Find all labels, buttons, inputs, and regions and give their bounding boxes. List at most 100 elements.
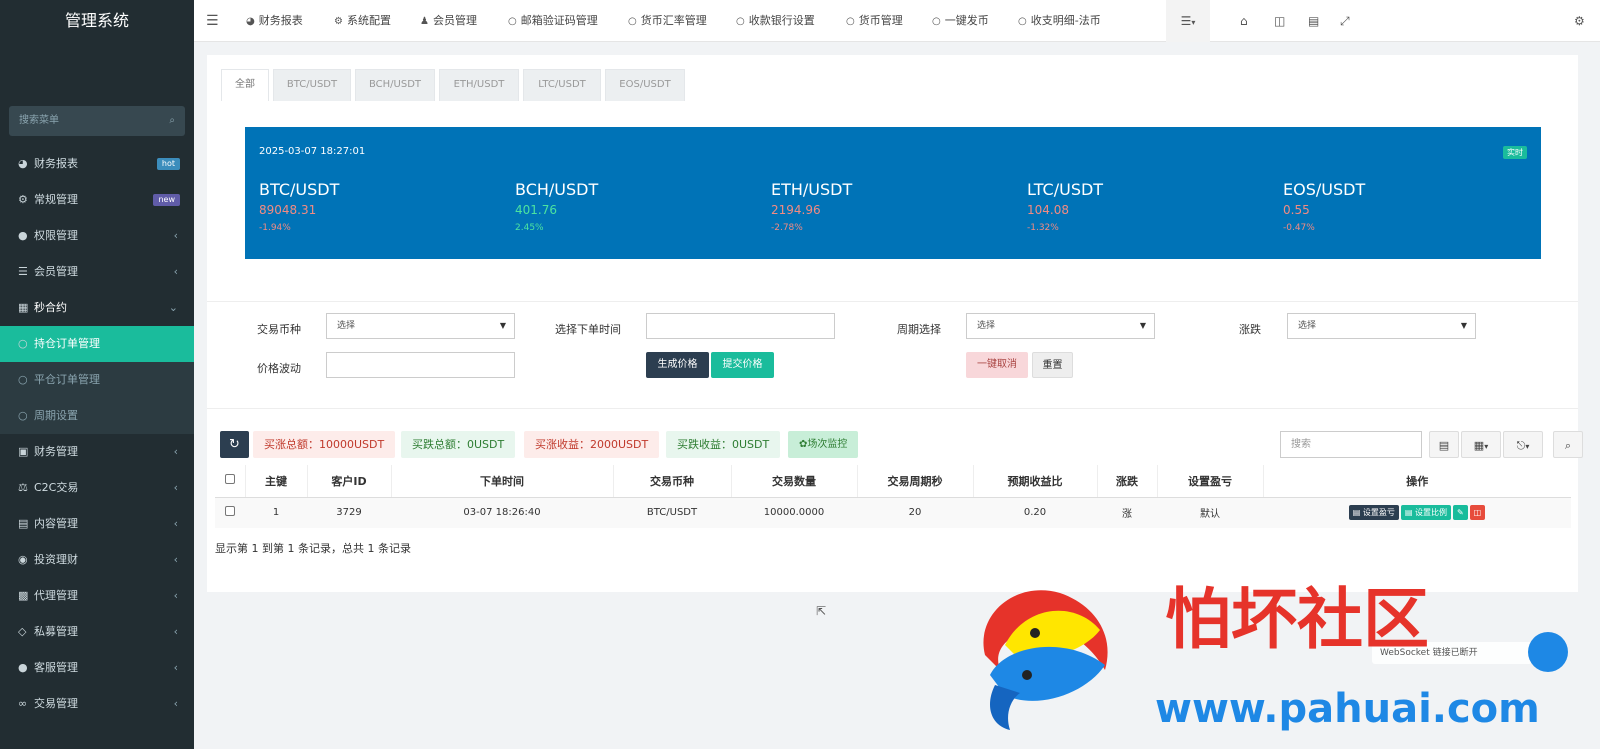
- tab-btc[interactable]: BTC/USDT: [273, 69, 351, 101]
- chat-bubble-icon[interactable]: [1528, 632, 1568, 672]
- col-id[interactable]: 主键: [245, 465, 308, 498]
- handshake-icon: ∞: [18, 697, 28, 710]
- circle-icon: ○: [736, 16, 745, 27]
- translate-icon[interactable]: ▤: [1308, 0, 1319, 42]
- col-coin[interactable]: 交易币种: [613, 465, 732, 498]
- sidebar-item-label: 投资理财: [34, 553, 78, 566]
- sidebar-item-support[interactable]: ● 客服管理 ‹: [0, 650, 194, 686]
- sidebar-item-investment[interactable]: ◉ 投资理财 ‹: [0, 542, 194, 578]
- col-updown[interactable]: 涨跌: [1097, 465, 1158, 498]
- topnav-issue-coin[interactable]: ○ 一键发币: [932, 0, 989, 42]
- cell-updown: 涨: [1097, 497, 1157, 528]
- updown-select-value: 选择: [1298, 321, 1317, 331]
- divider: [207, 408, 1578, 409]
- sidebar-item-period-settings[interactable]: ○ 周期设置: [0, 398, 194, 434]
- period-select[interactable]: 选择 ▼: [966, 313, 1155, 339]
- set-ratio-button[interactable]: ▤ 设置比例: [1400, 505, 1451, 521]
- sidebar-item-finance[interactable]: ▣ 财务管理 ‹: [0, 434, 194, 470]
- fullscreen-icon[interactable]: ⤢: [1340, 0, 1350, 42]
- table-search-input[interactable]: 搜索: [1280, 431, 1422, 458]
- topnav-system-config[interactable]: ⚙ 系统配置: [334, 0, 391, 42]
- topnav-bank-settings[interactable]: ○ 收款银行设置: [736, 0, 815, 42]
- sidebar-item-private-fund[interactable]: ◇ 私募管理 ‹: [0, 614, 194, 650]
- topnav-label: 货币管理: [858, 14, 903, 27]
- col-order-time[interactable]: 下单时间: [391, 465, 614, 498]
- websocket-status-text: WebSocket 链接已断开: [1380, 648, 1478, 658]
- sidebar-item-content[interactable]: ▤ 内容管理 ‹: [0, 506, 194, 542]
- cell-period: 20: [857, 497, 973, 528]
- col-customer-id[interactable]: 客户ID: [307, 465, 392, 498]
- sidebar-item-finance-report[interactable]: ◕ 财务报表 hot: [0, 146, 194, 182]
- col-set-pl[interactable]: 设置盈亏: [1157, 465, 1264, 498]
- home-icon[interactable]: ⌂: [1240, 0, 1248, 42]
- col-amount[interactable]: 交易数量: [731, 465, 858, 498]
- row-select-cell[interactable]: [215, 497, 245, 528]
- topnav-finance-report[interactable]: ◕ 财务报表: [246, 0, 303, 42]
- settings-gear-icon[interactable]: ⚙: [1574, 0, 1585, 42]
- user-icon: ♟: [420, 16, 429, 27]
- volatility-input[interactable]: [326, 352, 515, 378]
- topnav-currency[interactable]: ○ 货币管理: [846, 0, 903, 42]
- export-button[interactable]: ⎋▾: [1503, 431, 1543, 458]
- topnav-email-code[interactable]: ○ 邮箱验证码管理: [508, 0, 598, 42]
- main-panel: 全部 BTC/USDT BCH/USDT ETH/USDT LTC/USDT E…: [207, 55, 1583, 592]
- order-time-input[interactable]: [646, 313, 835, 339]
- col-expected-return[interactable]: 预期收益比: [973, 465, 1098, 498]
- topnav-label: 收支明细-法币: [1030, 14, 1101, 27]
- sidebar-item-label: 财务管理: [34, 445, 78, 458]
- tabs-list-dropdown[interactable]: ☰▾: [1166, 0, 1210, 42]
- sidebar-item-permissions[interactable]: ● 权限管理 ‹: [0, 218, 194, 254]
- updown-select[interactable]: 选择 ▼: [1287, 313, 1476, 339]
- topnav-fiat-ledger[interactable]: ○ 收支明细-法币: [1018, 0, 1101, 42]
- coin-select[interactable]: 选择 ▼: [326, 313, 515, 339]
- sidebar-item-trading[interactable]: ∞ 交易管理 ‹: [0, 686, 194, 722]
- buy-up-profit-badge: 买涨收益：2000USDT: [524, 431, 660, 458]
- edit-button[interactable]: ✎: [1452, 505, 1468, 521]
- tab-ltc[interactable]: LTC/USDT: [523, 69, 601, 101]
- topnav-members[interactable]: ♟ 会员管理: [420, 0, 477, 42]
- session-monitor-button[interactable]: ✿场次监控: [788, 431, 859, 458]
- coin-price: 0.55: [1283, 203, 1310, 217]
- sidebar-item-open-orders[interactable]: ○ 持仓订单管理: [0, 326, 194, 362]
- reset-button[interactable]: 重置: [1032, 352, 1073, 378]
- tab-eos[interactable]: EOS/USDT: [605, 69, 685, 101]
- menu-toggle-icon[interactable]: ☰: [206, 0, 219, 42]
- sidebar-item-label: 平仓订单管理: [34, 373, 100, 386]
- table-header-row: 主键 客户ID 下单时间 交易币种 交易数量 交易周期秒 预期收益比 涨跌 设置…: [215, 465, 1571, 498]
- generate-price-button[interactable]: 生成价格: [646, 352, 709, 378]
- trash-icon[interactable]: ◫: [1274, 0, 1285, 42]
- sidebar-item-general[interactable]: ⚙ 常规管理 new: [0, 182, 194, 218]
- trash-icon: ◫: [1473, 508, 1482, 518]
- sidebar-item-second-contract[interactable]: ▦ 秒合约 ⌄: [0, 290, 194, 326]
- tab-bch[interactable]: BCH/USDT: [355, 69, 435, 101]
- sidebar-item-closed-orders[interactable]: ○ 平仓订单管理: [0, 362, 194, 398]
- set-ratio-label: 设置比例: [1414, 508, 1447, 518]
- cancel-all-button[interactable]: 一键取消: [966, 352, 1028, 378]
- sidebar-item-agent[interactable]: ▩ 代理管理 ‹: [0, 578, 194, 614]
- sidebar-item-c2c[interactable]: ⚖ C2C交易 ‹: [0, 470, 194, 506]
- topnav-exchange-rate[interactable]: ○ 货币汇率管理: [628, 0, 707, 42]
- set-pl-button[interactable]: ▤ 设置盈亏: [1348, 505, 1399, 521]
- coin-eth: ETH/USDT 2194.96 -2.78%: [771, 180, 852, 233]
- sidebar: 管理系统 搜索菜单 ⌕ ◕ 财务报表 hot ⚙ 常规管理 new ● 权限管理 ‹ ☰ 会员…: [0, 0, 194, 749]
- col-period[interactable]: 交易周期秒: [857, 465, 974, 498]
- search-icon: ⌕: [1564, 439, 1572, 452]
- refresh-button[interactable]: ↻: [220, 431, 249, 458]
- submit-price-button[interactable]: 提交价格: [711, 352, 774, 378]
- select-all-checkbox[interactable]: [224, 474, 235, 485]
- delete-button[interactable]: ◫: [1469, 505, 1486, 521]
- menu-search-input[interactable]: 搜索菜单 ⌕: [9, 106, 185, 136]
- select-all-cell[interactable]: [215, 465, 246, 498]
- columns-button[interactable]: ▦▾: [1461, 431, 1501, 458]
- file-icon: ▤: [18, 517, 29, 530]
- row-checkbox[interactable]: [225, 506, 235, 517]
- tab-all[interactable]: 全部: [221, 69, 269, 101]
- search-button[interactable]: ⌕: [1553, 431, 1583, 458]
- sidebar-item-label: 代理管理: [34, 589, 78, 602]
- tab-eth[interactable]: ETH/USDT: [439, 69, 519, 101]
- toggle-view-button[interactable]: ▤: [1429, 431, 1459, 458]
- search-icon: ⌕: [169, 115, 175, 126]
- sidebar-item-members[interactable]: ☰ 会员管理 ‹: [0, 254, 194, 290]
- cell-expected-return: 0.20: [973, 497, 1097, 528]
- period-filter-label: 周期选择: [897, 323, 941, 336]
